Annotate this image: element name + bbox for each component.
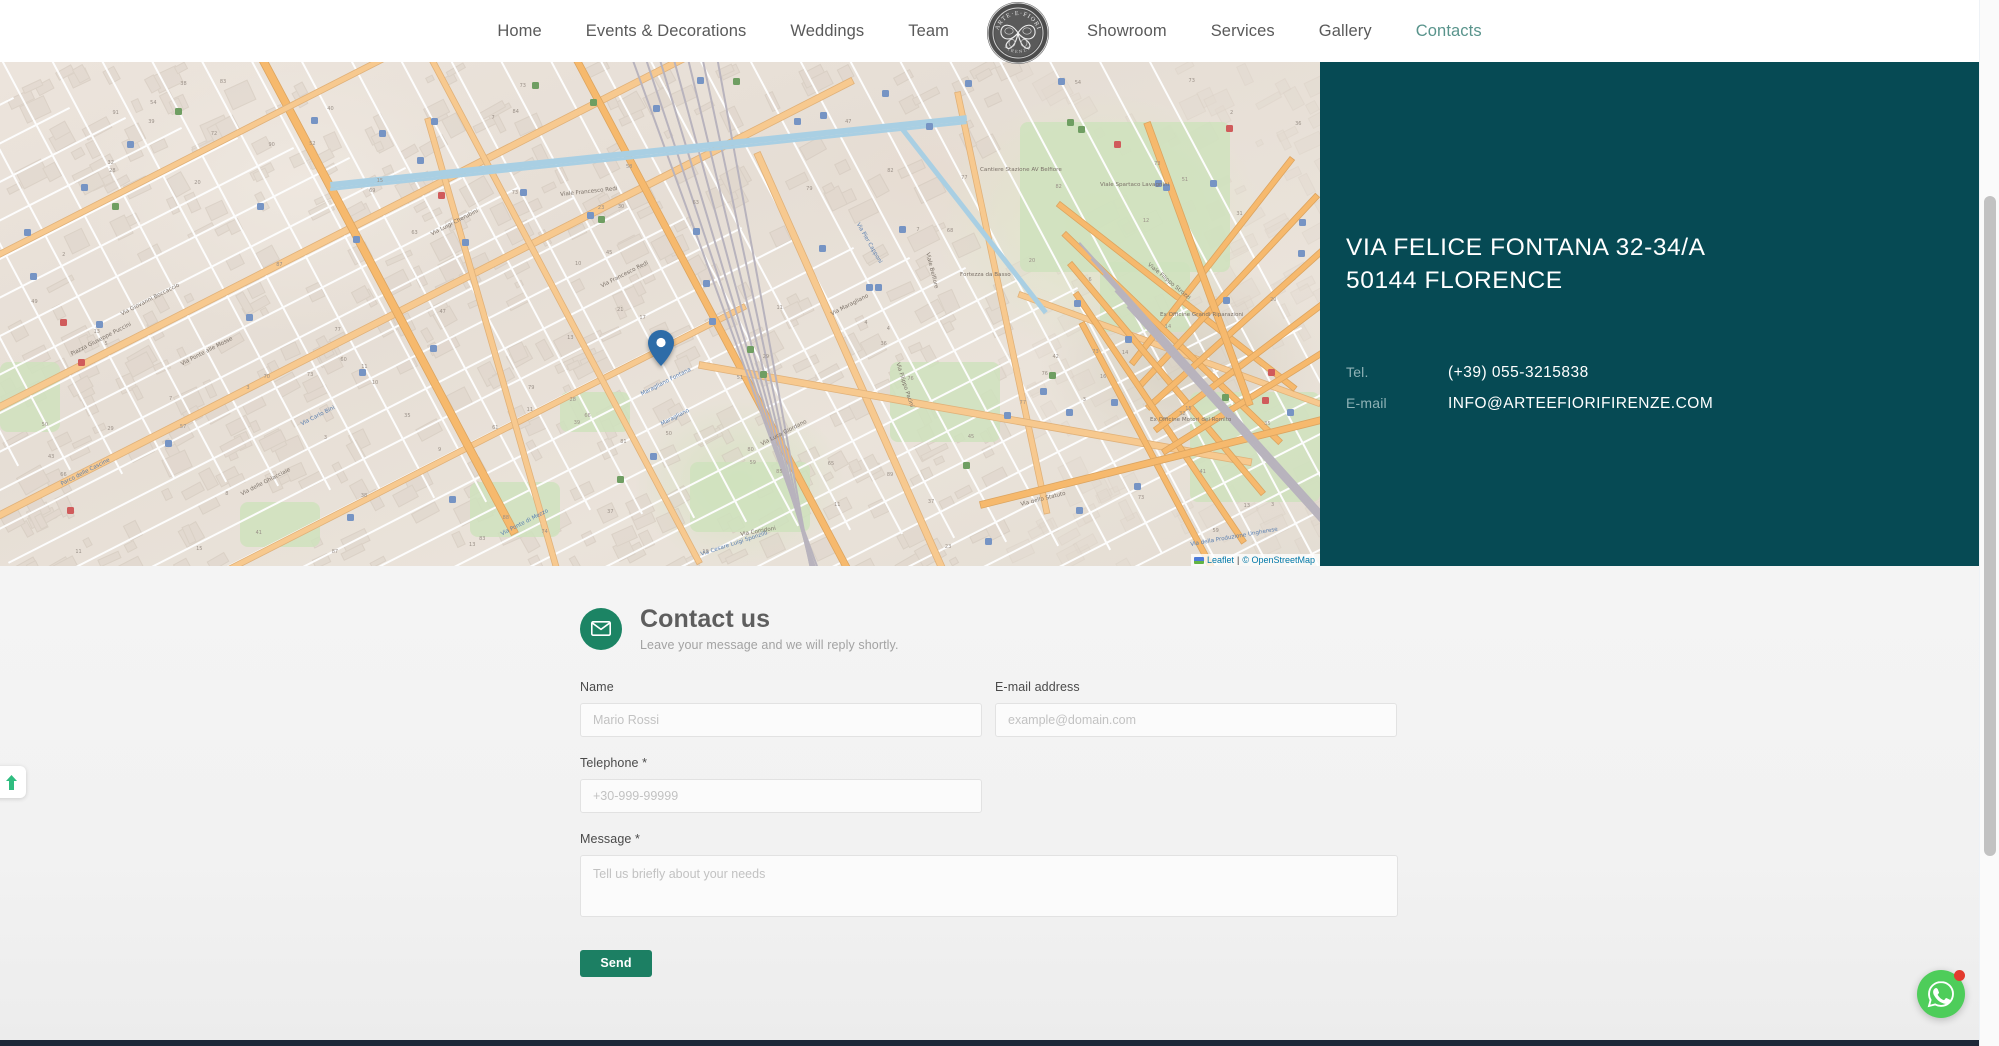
leaflet-link[interactable]: Leaflet xyxy=(1207,555,1234,565)
contact-details-list: Tel. (+39) 055-3215838 E-mail INFO@ARTEE… xyxy=(1346,364,1979,413)
field-message: Message * xyxy=(580,832,1398,922)
scrollbar-thumb[interactable] xyxy=(1984,196,1996,856)
name-label: Name xyxy=(580,679,614,694)
contact-form-heading-text: Contact us Leave your message and we wil… xyxy=(640,605,899,652)
address-line-2: 50144 FLORENCE xyxy=(1346,266,1563,294)
map-pin-marker-icon xyxy=(648,330,674,366)
email-label: E-mail address xyxy=(995,679,1080,694)
nav-links-container: Home Events & Decorations Weddings Team … xyxy=(475,0,1503,64)
arte-e-fiori-butterfly-logo-icon: ARTE·E·FIORI FIRENZE xyxy=(987,2,1050,64)
field-telephone: Telephone * xyxy=(580,756,982,813)
openstreetmap-link[interactable]: © OpenStreetMap xyxy=(1242,555,1315,565)
hero-section: Viale Francesco Redi Via Francesco Redi Vi… xyxy=(0,62,1979,566)
page-root: Home Events & Decorations Weddings Team … xyxy=(0,0,1999,1046)
contact-form-container: Contact us Leave your message and we wil… xyxy=(580,605,1398,977)
form-row-name-email: Name E-mail address xyxy=(580,680,1398,756)
telephone-value[interactable]: (+39) 055-3215838 xyxy=(1448,364,1589,382)
location-map[interactable]: Viale Francesco Redi Via Francesco Redi Vi… xyxy=(0,62,1320,566)
nav-link-weddings[interactable]: Weddings xyxy=(768,22,886,41)
field-name: Name xyxy=(580,680,982,737)
contact-form-subtitle: Leave your message and we will reply sho… xyxy=(640,637,899,652)
contact-form-title: Contact us xyxy=(640,605,771,633)
nav-link-contacts[interactable]: Contacts xyxy=(1394,22,1504,41)
address-block: VIA FELICE FONTANA 32-34/A 50144 FLORENC… xyxy=(1346,232,1866,298)
whatsapp-icon xyxy=(1927,981,1954,1008)
email-input[interactable] xyxy=(995,702,1397,737)
contact-row-telephone: Tel. (+39) 055-3215838 xyxy=(1346,364,1979,382)
envelope-icon xyxy=(580,607,622,650)
email-key-label: E-mail xyxy=(1346,394,1387,411)
name-input[interactable] xyxy=(580,702,982,737)
nav-link-home[interactable]: Home xyxy=(475,22,563,41)
contact-form: Name E-mail address Telephone * Message … xyxy=(580,680,1398,977)
nav-link-showroom[interactable]: Showroom xyxy=(1065,22,1189,41)
email-value[interactable]: INFO@ARTEEFIORIFIRENZE.COM xyxy=(1448,395,1713,413)
contact-info-panel: VIA FELICE FONTANA 32-34/A 50144 FLORENC… xyxy=(1320,62,1979,566)
main-navigation: Home Events & Decorations Weddings Team … xyxy=(0,0,1979,64)
page-scrollbar[interactable] xyxy=(1979,0,1999,1046)
nav-link-gallery[interactable]: Gallery xyxy=(1297,22,1394,41)
message-label: Message * xyxy=(580,831,640,846)
field-email: E-mail address xyxy=(995,680,1397,737)
send-button[interactable]: Send xyxy=(580,949,652,977)
address-line-1: VIA FELICE FONTANA 32-34/A xyxy=(1346,234,1706,261)
scroll-to-top-button[interactable] xyxy=(0,766,26,798)
whatsapp-chat-button[interactable] xyxy=(1917,970,1965,1018)
nav-link-services[interactable]: Services xyxy=(1189,22,1297,41)
whatsapp-notification-badge xyxy=(1954,970,1965,981)
leaflet-flag-icon xyxy=(1193,556,1204,564)
footer-top-edge xyxy=(0,1040,1979,1046)
telephone-key-label: Tel. xyxy=(1346,363,1369,380)
envelope-glyph-icon xyxy=(591,621,611,637)
telephone-input[interactable] xyxy=(580,778,982,813)
contact-row-email: E-mail INFO@ARTEEFIORIFIRENZE.COM xyxy=(1346,395,1979,413)
nav-link-team[interactable]: Team xyxy=(886,22,971,41)
contact-form-header: Contact us Leave your message and we wil… xyxy=(580,605,1398,652)
attribution-separator: | xyxy=(1236,555,1240,565)
message-textarea[interactable] xyxy=(580,854,1398,917)
arrow-up-icon xyxy=(6,774,17,790)
contact-form-section: Contact us Leave your message and we wil… xyxy=(0,566,1979,1046)
site-logo[interactable]: ARTE·E·FIORI FIRENZE xyxy=(985,0,1051,66)
map-attribution: Leaflet | © OpenStreetMap xyxy=(1190,554,1320,566)
nav-link-events-decorations[interactable]: Events & Decorations xyxy=(564,22,769,41)
map-location-pin[interactable] xyxy=(648,330,674,366)
telephone-label: Telephone * xyxy=(580,755,648,770)
